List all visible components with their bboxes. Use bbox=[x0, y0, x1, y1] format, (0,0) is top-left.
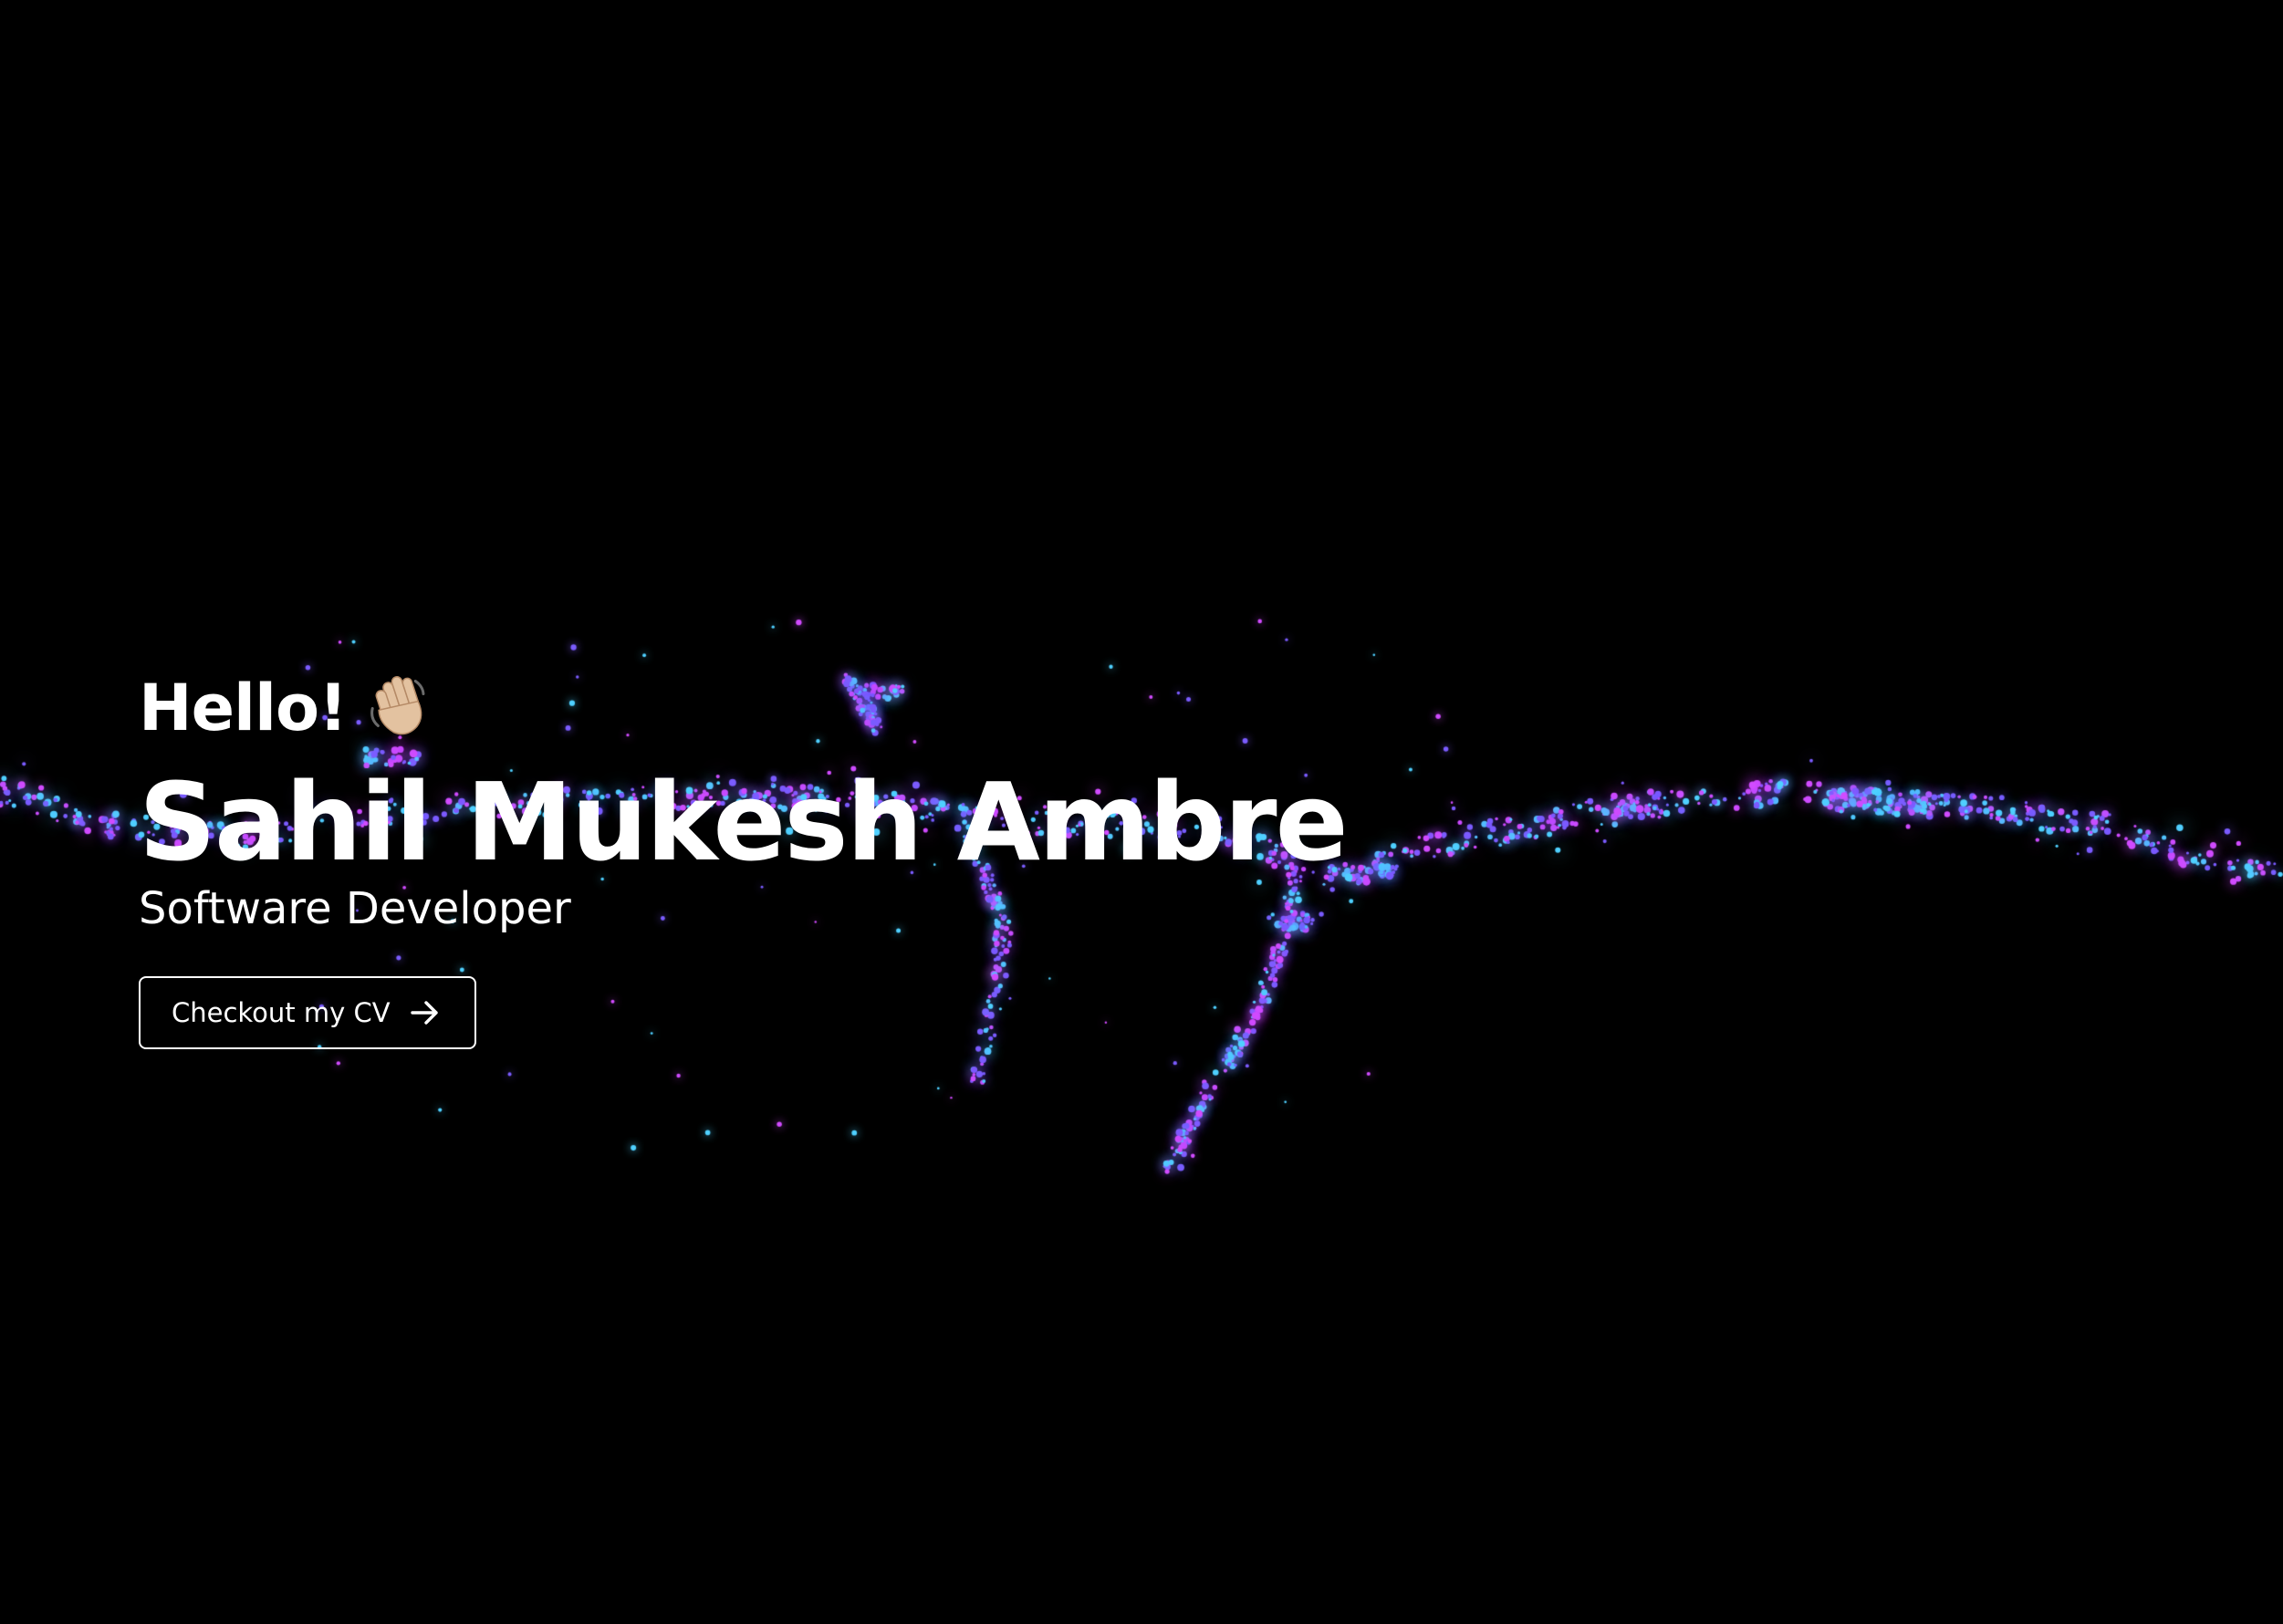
hero-section: Hello! Sahil Mukesh Ambre Software Devel… bbox=[139, 664, 1599, 1049]
checkout-cv-label: Checkout my CV bbox=[172, 997, 391, 1028]
greeting-heading: Hello! bbox=[139, 664, 1599, 752]
arrow-right-icon bbox=[409, 996, 442, 1029]
person-name: Sahil Mukesh Ambre bbox=[139, 759, 1349, 885]
job-title: Software Developer bbox=[139, 883, 571, 934]
checkout-cv-button[interactable]: Checkout my CV bbox=[139, 976, 476, 1049]
greeting-text: Hello! bbox=[139, 671, 348, 745]
waving-hand-icon bbox=[363, 673, 433, 743]
